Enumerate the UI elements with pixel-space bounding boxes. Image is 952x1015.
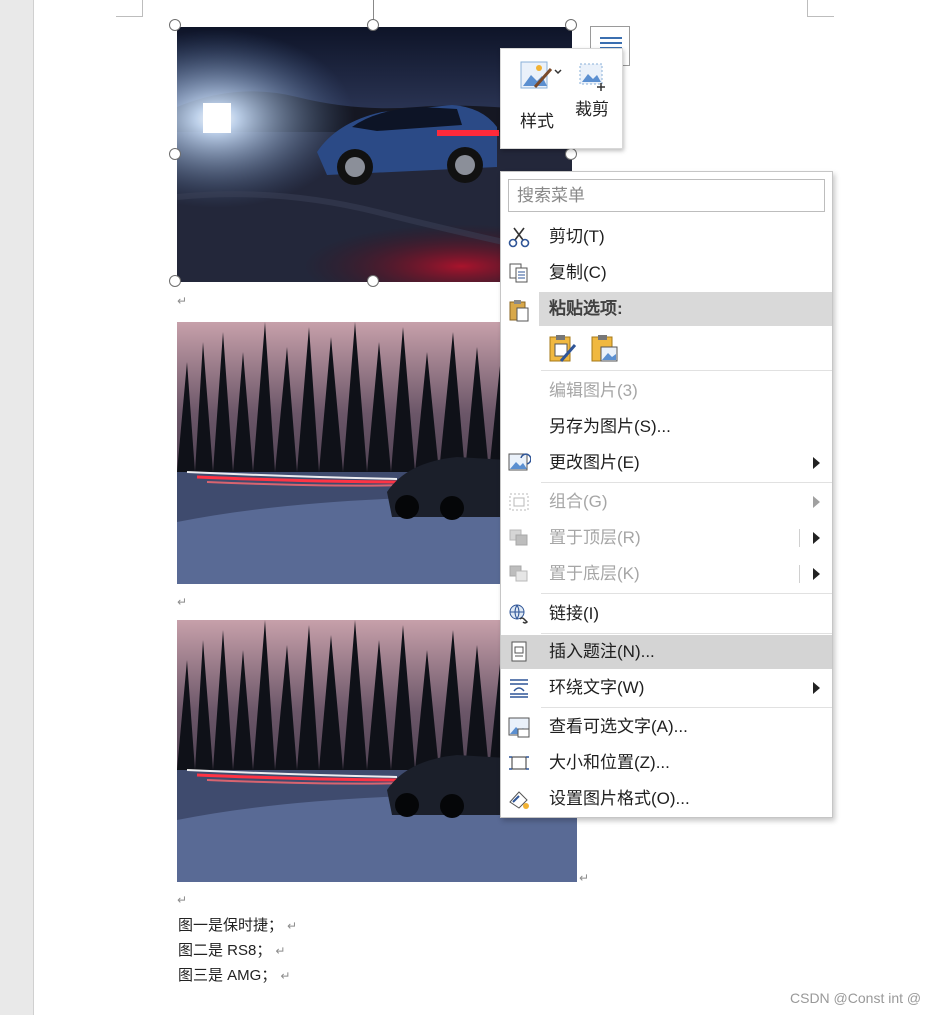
split-divider bbox=[799, 565, 800, 583]
size-position-icon bbox=[509, 756, 529, 770]
watermark: CSDN @Const int @ bbox=[790, 990, 922, 1006]
picture-style-icon bbox=[520, 61, 562, 89]
menu-separator bbox=[541, 482, 832, 483]
copy-icon bbox=[509, 263, 528, 283]
paragraph-mark: ↵ bbox=[579, 871, 590, 885]
menu-item-label: 剪切(T) bbox=[549, 227, 605, 246]
wrap-text-icon bbox=[510, 679, 528, 698]
menu-item-bring-to-front[interactable]: 置于顶层(R) bbox=[501, 521, 832, 555]
menu-item-label: 查看可选文字(A)... bbox=[549, 717, 688, 736]
menu-separator bbox=[541, 370, 832, 371]
paragraph-mark: ↵ bbox=[280, 969, 291, 983]
menu-search-input[interactable]: 搜索菜单 bbox=[508, 179, 825, 212]
submenu-arrow-icon bbox=[813, 682, 820, 694]
page-corner-mark-right bbox=[807, 0, 834, 17]
paragraph-mark: ↵ bbox=[287, 919, 298, 933]
scissors-icon bbox=[508, 227, 530, 248]
insert-caption-icon bbox=[511, 641, 527, 662]
menu-item-format-picture[interactable]: 设置图片格式(O)... bbox=[501, 782, 832, 816]
menu-separator bbox=[541, 593, 832, 594]
link-icon bbox=[509, 604, 529, 624]
caption-text: 图一是保时捷； bbox=[178, 917, 284, 934]
menu-separator bbox=[541, 633, 832, 634]
resize-handle-top-left[interactable] bbox=[169, 19, 181, 31]
paragraph-mark: ↵ bbox=[177, 294, 188, 308]
menu-item-insert-caption[interactable]: 插入题注(N)... bbox=[501, 635, 832, 669]
resize-handle-bottom-left[interactable] bbox=[169, 275, 181, 287]
menu-item-label: 置于顶层(R) bbox=[549, 528, 641, 547]
menu-item-save-as-picture[interactable]: 另存为图片(S)... bbox=[501, 410, 832, 444]
menu-item-label: 大小和位置(Z)... bbox=[549, 753, 670, 772]
crop-icon bbox=[579, 63, 605, 91]
paragraph-mark: ↵ bbox=[275, 944, 286, 958]
page-corner-mark-left bbox=[116, 0, 143, 17]
submenu-arrow-icon[interactable] bbox=[813, 532, 820, 544]
menu-item-size-position[interactable]: 大小和位置(Z)... bbox=[501, 746, 832, 780]
crop-button[interactable]: 裁剪 bbox=[567, 59, 617, 141]
resize-handle-right[interactable] bbox=[565, 148, 577, 160]
paragraph-mark: ↵ bbox=[177, 893, 188, 907]
menu-item-label: 设置图片格式(O)... bbox=[549, 789, 690, 808]
caption-line: 图二是 RS8； ↵ bbox=[178, 942, 285, 960]
resize-handle-bottom[interactable] bbox=[367, 275, 379, 287]
caption-line: 图一是保时捷； ↵ bbox=[178, 917, 297, 935]
submenu-arrow-icon[interactable] bbox=[813, 568, 820, 580]
format-picture-icon bbox=[509, 791, 529, 809]
menu-item-label: 另存为图片(S)... bbox=[549, 417, 671, 436]
style-label: 样式 bbox=[520, 112, 554, 131]
menu-item-send-to-back[interactable]: 置于底层(K) bbox=[501, 557, 832, 591]
menu-item-label: 复制(C) bbox=[549, 263, 607, 282]
menu-item-label: 置于底层(K) bbox=[549, 564, 640, 583]
split-divider bbox=[799, 529, 800, 547]
paragraph-mark: ↵ bbox=[177, 595, 188, 609]
mini-toolbar: 样式 裁剪 bbox=[500, 48, 623, 149]
menu-separator bbox=[541, 707, 832, 708]
menu-item-copy[interactable]: 复制(C) bbox=[501, 256, 832, 290]
context-menu: 搜索菜单 剪切(T) 复制(C) 粘贴选项: 编辑图片(3) 另存为图片(S).… bbox=[500, 171, 833, 818]
menu-item-change-picture[interactable]: 更改图片(E) bbox=[501, 446, 832, 480]
submenu-arrow-icon bbox=[813, 496, 820, 508]
paste-keep-formatting-icon[interactable] bbox=[547, 333, 579, 365]
menu-item-wrap-text[interactable]: 环绕文字(W) bbox=[501, 671, 832, 705]
paste-options-label: 粘贴选项: bbox=[549, 299, 623, 318]
alt-text-icon bbox=[508, 717, 530, 738]
menu-item-label: 更改图片(E) bbox=[549, 453, 640, 472]
group-icon bbox=[509, 493, 529, 511]
bring-to-front-icon bbox=[509, 529, 528, 546]
resize-handle-left[interactable] bbox=[169, 148, 181, 160]
resize-handle-top[interactable] bbox=[367, 19, 379, 31]
submenu-arrow-icon bbox=[813, 457, 820, 469]
menu-item-cut[interactable]: 剪切(T) bbox=[501, 220, 832, 254]
paste-as-picture-icon[interactable] bbox=[589, 333, 621, 365]
caption-line: 图三是 AMG； ↵ bbox=[178, 967, 290, 985]
change-picture-icon bbox=[508, 453, 531, 471]
menu-item-alt-text[interactable]: 查看可选文字(A)... bbox=[501, 710, 832, 744]
caption-text: 图三是 AMG； bbox=[178, 967, 277, 984]
menu-item-label: 编辑图片(3) bbox=[549, 381, 638, 400]
menu-item-label: 链接(I) bbox=[549, 604, 600, 623]
menu-item-label: 组合(G) bbox=[549, 492, 608, 511]
menu-item-group[interactable]: 组合(G) bbox=[501, 485, 832, 519]
crop-label: 裁剪 bbox=[575, 100, 609, 119]
menu-item-label: 环绕文字(W) bbox=[549, 678, 645, 697]
resize-handle-top-right[interactable] bbox=[565, 19, 577, 31]
style-button[interactable]: 样式 bbox=[511, 59, 563, 141]
paste-icon bbox=[509, 300, 529, 322]
menu-item-edit-picture[interactable]: 编辑图片(3) bbox=[501, 374, 832, 408]
menu-search-placeholder: 搜索菜单 bbox=[517, 186, 585, 205]
send-to-back-icon bbox=[509, 565, 528, 582]
menu-item-label: 插入题注(N)... bbox=[549, 642, 655, 661]
caption-text: 图二是 RS8； bbox=[178, 942, 272, 959]
menu-item-link[interactable]: 链接(I) bbox=[501, 597, 832, 631]
